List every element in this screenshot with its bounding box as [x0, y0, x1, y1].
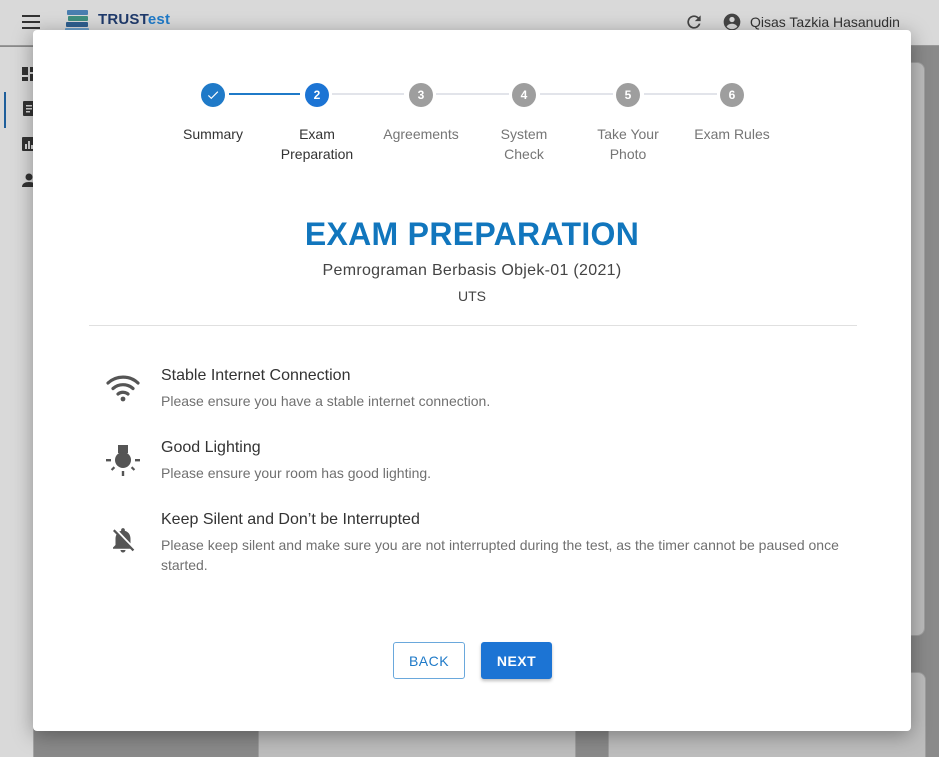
nav-sidebar [0, 47, 34, 757]
requirement-description: Please ensure your room has good lightin… [161, 465, 432, 481]
menu-icon[interactable] [22, 15, 40, 29]
step-5-label: Take Your Photo [597, 126, 659, 162]
divider [89, 325, 857, 326]
check-icon [207, 91, 219, 100]
step-5-circle[interactable]: 5 [616, 83, 640, 107]
logo-text-b: est [147, 11, 171, 28]
step-4-label: System Check [500, 126, 548, 162]
exam-preparation-dialog: Summary 2 Exam Preparation 3 Agreements … [33, 30, 911, 731]
requirement-title: Stable Internet Connection [161, 367, 351, 384]
wifi-icon [103, 371, 143, 405]
requirement-title: Keep Silent and Don’t be Interrupted [161, 511, 420, 528]
step-connector-1 [229, 93, 300, 95]
step-2-circle[interactable]: 2 [305, 83, 329, 107]
dashboard-icon[interactable] [20, 65, 34, 83]
back-button[interactable]: BACK [393, 642, 465, 679]
course-name: Pemrograman Berbasis Objek-01 (2021) [322, 262, 622, 279]
requirement-title: Good Lighting [161, 439, 261, 456]
account-circle-icon [723, 13, 741, 31]
next-button[interactable]: NEXT [481, 642, 552, 679]
exam-type: UTS [458, 288, 486, 304]
step-3-circle[interactable]: 3 [409, 83, 433, 107]
logo-text-a: TRUST [98, 11, 148, 28]
step-connector-5 [644, 93, 717, 95]
step-4-circle[interactable]: 4 [512, 83, 536, 107]
step-1-circle[interactable] [201, 83, 225, 107]
user-menu[interactable]: Qisas Tazkia Hasanudin [722, 12, 900, 32]
notifications-off-icon [103, 523, 143, 557]
assignment-icon[interactable] [20, 99, 34, 117]
step-6-label: Exam Rules [694, 126, 770, 142]
analytics-icon[interactable] [20, 135, 34, 153]
step-connector-4 [540, 93, 613, 95]
person-icon[interactable] [20, 171, 34, 189]
stepper: Summary 2 Exam Preparation 3 Agreements … [33, 30, 911, 200]
step-1-label: Summary [183, 126, 243, 142]
refresh-icon[interactable] [684, 12, 704, 32]
step-2-label: Exam Preparation [280, 126, 354, 162]
step-3-label: Agreements [383, 126, 459, 142]
step-connector-3 [436, 93, 509, 95]
lightbulb-icon [103, 443, 143, 477]
user-name: Qisas Tazkia Hasanudin [750, 14, 900, 30]
requirement-description: Please keep silent and make sure you are… [161, 537, 839, 573]
page-title: EXAM PREPARATION [304, 216, 640, 252]
step-connector-2 [332, 93, 404, 95]
sidebar-active-indicator [4, 92, 6, 128]
step-6-circle[interactable]: 6 [720, 83, 744, 107]
requirement-description: Please ensure you have a stable internet… [161, 393, 491, 409]
